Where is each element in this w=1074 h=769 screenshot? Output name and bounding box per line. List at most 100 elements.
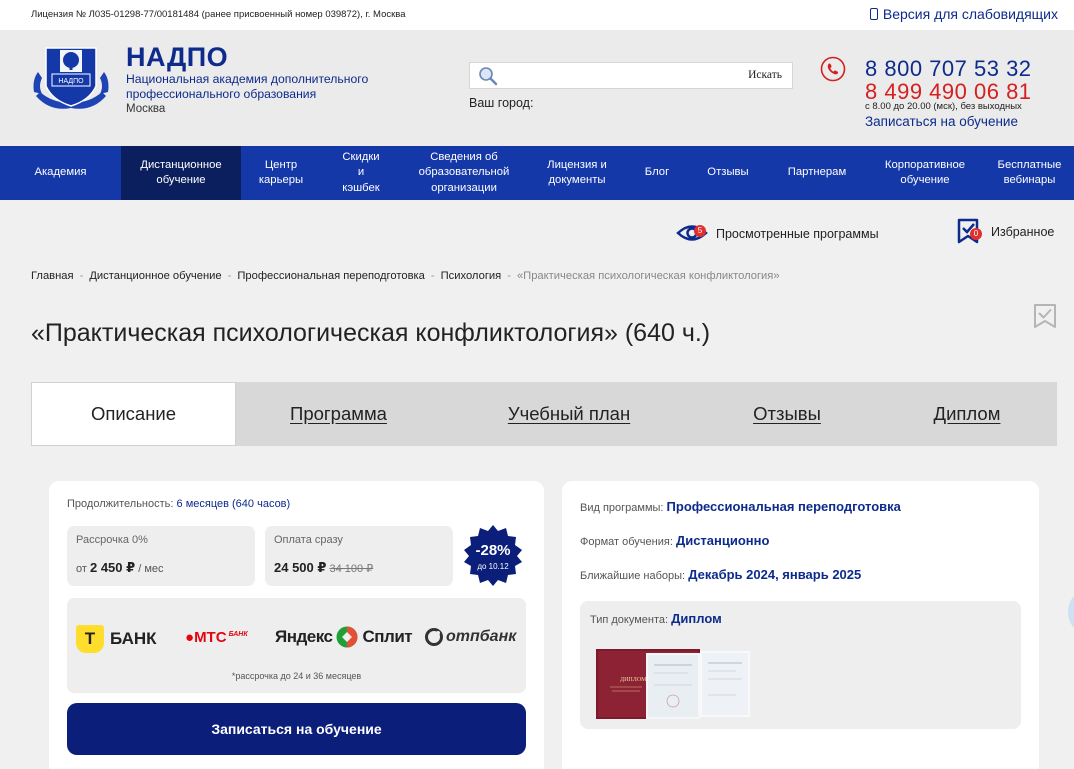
study-format-row: Формат обучения: Дистанционно [580,533,769,548]
otp-bank-logo: отпбанк [425,628,516,646]
brand-name[interactable]: НАДПО [126,42,228,73]
document-type: Тип документа: Диплом [590,611,722,626]
installment-note: *рассрочка до 24 и 36 месяцев [231,671,362,681]
diploma-image[interactable]: ДИПЛОМ [596,645,756,723]
top-bar: Лицензия № Л035-01298-77/00181484 (ранее… [0,0,1074,30]
nav-item-reviews[interactable]: Отзывы [687,146,769,200]
document-type-label: Тип документа: [590,614,669,626]
mts-bank-logo: ● МТС БАНК [185,629,248,646]
installment-amount: 2 450 ₽ [89,560,136,575]
nav-item-corporate[interactable]: Корпоративное обучение [865,146,985,200]
tab-label: Учебный план [507,403,631,424]
main-nav: Академия Дистанционное обучение Центр ка… [0,146,1074,200]
favorites-count-badge: 0 [970,228,982,240]
breadcrumb-item[interactable]: Профессиональная переподготовка [237,270,425,282]
page-title: «Практическая психологическая конфликтол… [31,319,711,347]
accessible-version-link[interactable]: Версия для слабовидящих [869,6,1058,22]
yandex-name: Яндекс [275,627,333,646]
tab-program[interactable]: Программа [236,382,441,446]
nav-item-discounts[interactable]: Скидки и кэшбек [321,146,401,200]
mts-bank-suffix: БАНК [228,631,248,638]
tbank-shield-icon: Т [76,625,104,653]
breadcrumb-separator: - [430,270,435,282]
diploma-cover-text: ДИПЛОМ [620,677,647,683]
phone-icon [820,56,846,82]
tab-label: Диплом [933,403,1001,424]
watched-count-badge: 5 [694,225,706,237]
license-text: Лицензия № Л035-01298-77/00181484 (ранее… [31,9,406,20]
program-type-label: Вид программы: [580,502,664,514]
pricing-card: Продолжительность: 6 месяцев (640 часов)… [49,481,544,769]
full-payment-label: Оплата сразу [274,534,343,546]
nav-item-webinars[interactable]: Бесплатные вебинары [985,146,1074,200]
nav-item-career-center[interactable]: Центр карьеры [241,146,321,200]
search-box: Искать [469,62,793,89]
duration-value: 6 месяцев (640 часов) [176,498,291,510]
nav-item-license[interactable]: Лицензия и документы [527,146,627,200]
installment-suffix: / мес [138,563,164,575]
search-input[interactable] [504,65,724,87]
installment-banks: Т БАНК ● МТС БАНК Яндекс Сплит отпбанк *… [67,598,526,693]
discount-percent: -28% [475,542,511,559]
logo-text: НАДПО [58,78,84,85]
installment-label: Рассрочка 0% [76,534,148,546]
installment-value: от 2 450 ₽ / мес [76,560,164,576]
intake-row: Ближайшие наборы: Декабрь 2024, январь 2… [580,567,861,582]
academy-logo-icon[interactable]: НАДПО [30,42,112,114]
favorites-link[interactable]: 0 Избранное [957,218,1054,246]
watched-icon-wrap: 5 [676,222,708,246]
breadcrumb-separator: - [79,270,84,282]
duration-label: Продолжительность: [67,498,174,510]
breadcrumb-item[interactable]: Главная [31,270,74,282]
yandex-split-logo: Яндекс Сплит [275,626,413,648]
discount-until: до 10.12 [477,562,509,571]
nav-item-org-info[interactable]: Сведения об образовательной организации [401,146,527,200]
add-to-favorites-icon[interactable] [1032,303,1058,331]
nav-item-distance-learning[interactable]: Дистанционное обучение [121,146,241,200]
tab-description[interactable]: Описание [31,382,236,446]
watched-programs-link[interactable]: 5 Просмотренные программы [676,222,879,246]
accessible-version-label: Версия для слабовидящих [882,6,1058,22]
nav-item-partners[interactable]: Партнерам [769,146,865,200]
breadcrumb-item[interactable]: Дистанционное обучение [89,270,221,282]
nav-item-academy[interactable]: Академия [0,146,121,200]
tab-diploma[interactable]: Диплом [877,382,1057,446]
tab-label: Программа [290,403,387,424]
accessibility-icon [869,8,878,20]
favorites-icon-wrap: 0 [957,218,983,246]
brand-subtitle[interactable]: Национальная академия дополнительного пр… [126,72,386,102]
full-price: 24 500 ₽ [274,560,327,575]
city-selector[interactable]: Ваш город: [469,96,533,110]
favorites-label: Избранное [991,225,1055,239]
chat-widget-button[interactable] [1068,592,1074,632]
enroll-button[interactable]: Записаться на обучение [67,703,526,755]
breadcrumb-separator: - [507,270,511,282]
mts-name: МТС [194,629,227,646]
old-price: 34 100 ₽ [329,563,374,575]
installment-prefix: от [76,563,87,575]
program-type-row: Вид программы: Профессиональная переподг… [580,499,901,514]
tab-curriculum[interactable]: Учебный план [441,382,697,446]
tab-reviews[interactable]: Отзывы [697,382,877,446]
nav-item-blog[interactable]: Блог [627,146,687,200]
full-payment-option[interactable]: Оплата сразу 24 500 ₽ 34 100 ₽ [265,526,453,586]
tab-label: Отзывы [753,403,821,424]
search-icon [479,67,498,86]
breadcrumb: Главная - Дистанционное обучение - Профе… [31,270,780,282]
program-tabs: Описание Программа Учебный план Отзывы Д… [31,382,1057,446]
brand-city: Москва [126,103,166,115]
otp-name: отпбанк [446,628,517,645]
breadcrumb-item[interactable]: Психология [441,270,502,282]
installment-option[interactable]: Рассрочка 0% от 2 450 ₽ / мес [67,526,255,586]
split-name: Сплит [362,627,413,646]
header-enroll-link[interactable]: Записаться на обучение [865,114,1018,129]
intake-label: Ближайшие наборы: [580,570,686,582]
tbank-logo: Т БАНК [76,625,157,653]
split-icon [336,626,358,648]
study-format-value: Дистанционно [675,533,770,548]
search-button[interactable]: Искать [748,69,782,81]
breadcrumb-current: «Практическая психологическая конфликтол… [516,270,780,282]
tab-label: Описание [90,403,177,424]
watched-programs-label: Просмотренные программы [716,227,879,241]
site-header: НАДПО НАДПО Национальная академия дополн… [0,30,1074,146]
